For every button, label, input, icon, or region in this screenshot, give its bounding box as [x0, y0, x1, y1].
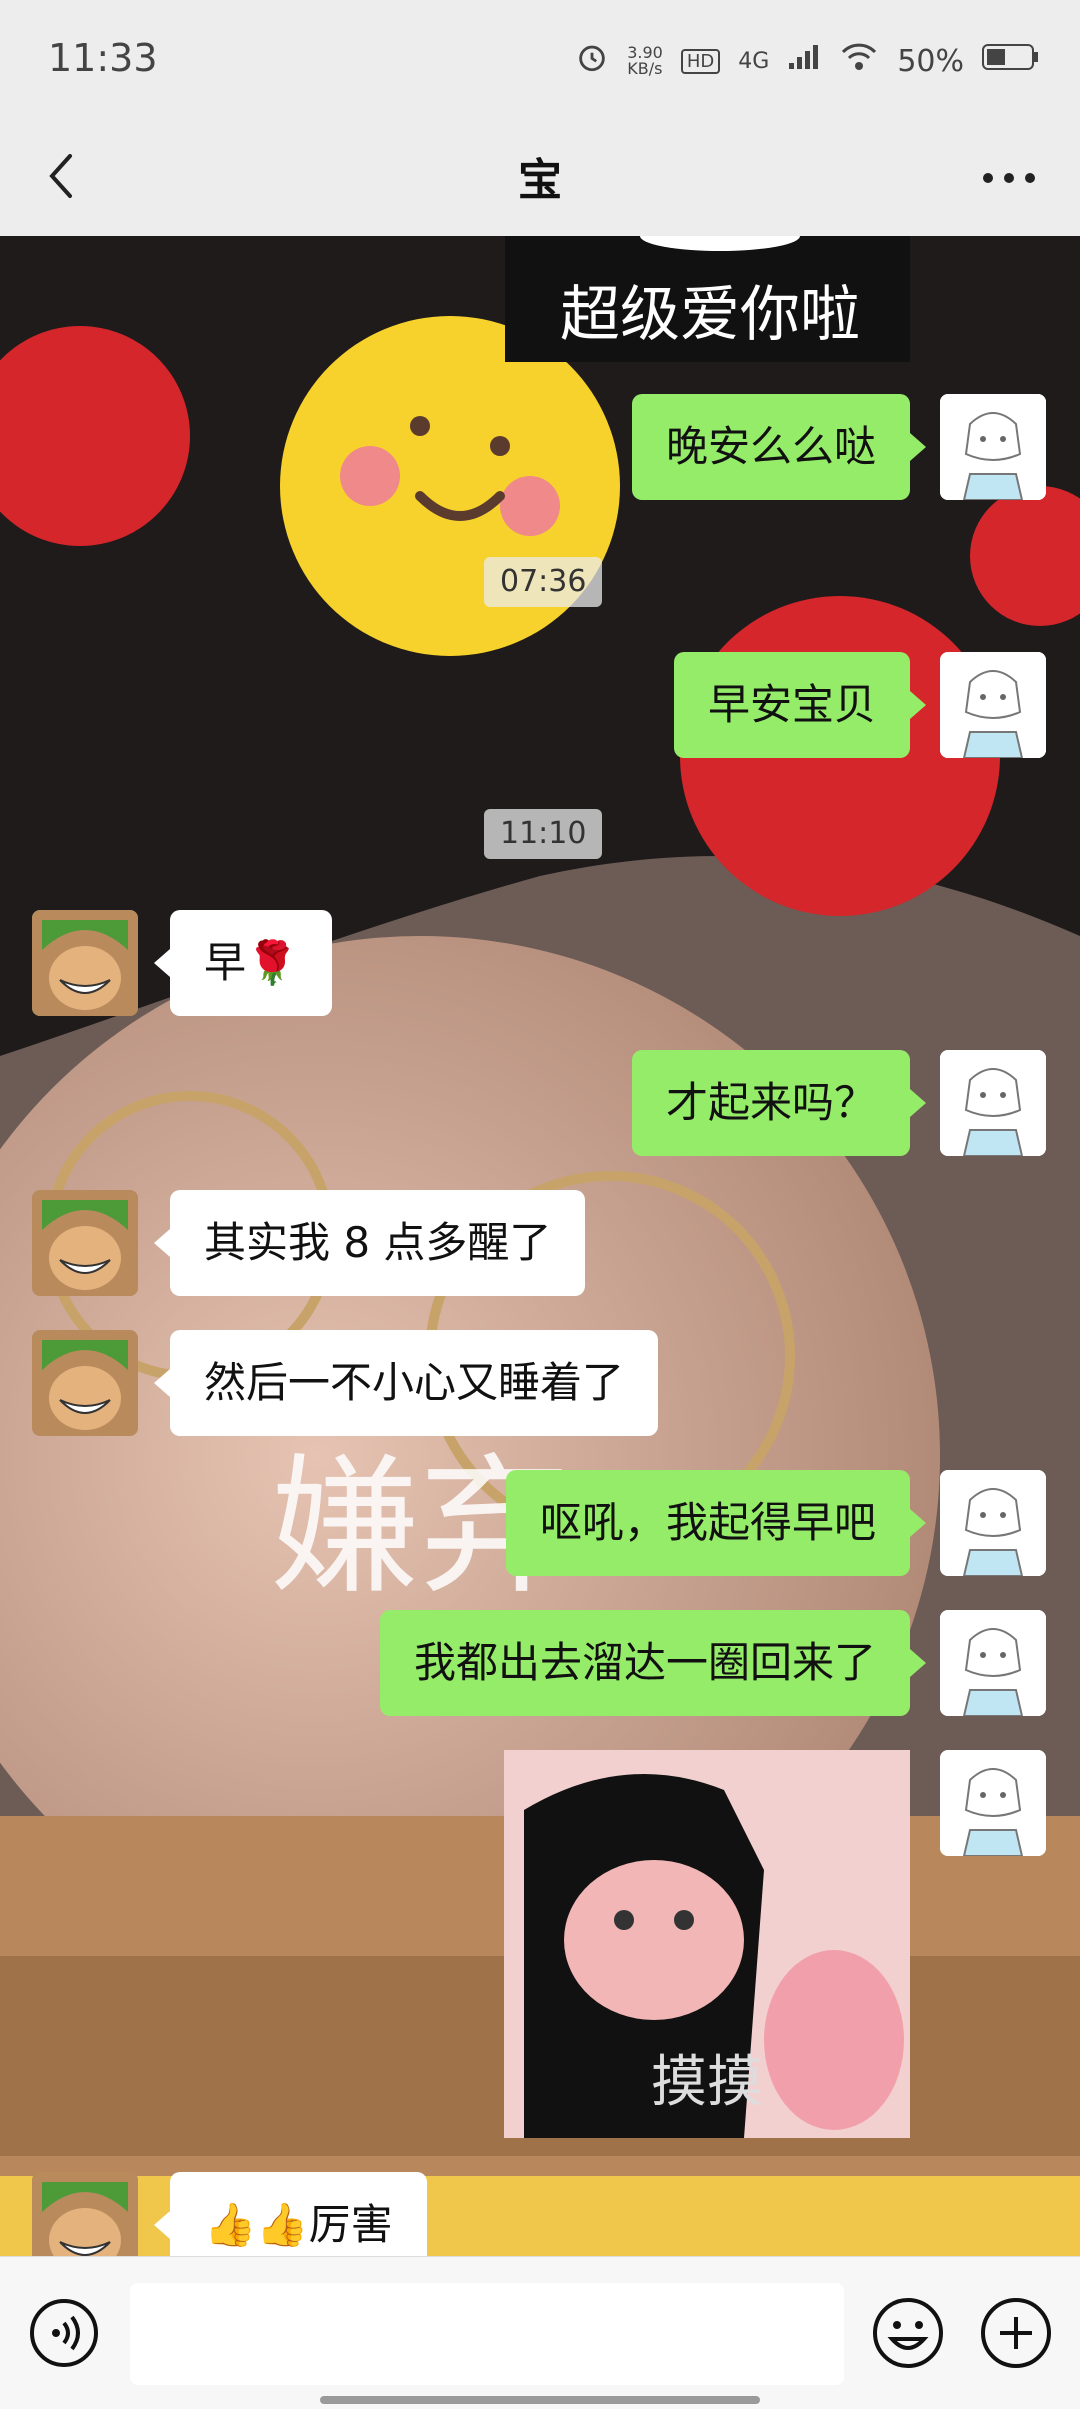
- message-row: 早🌹: [0, 910, 1080, 1016]
- my-avatar[interactable]: [940, 1470, 1046, 1576]
- my-avatar[interactable]: [940, 652, 1046, 758]
- message-row: 摸摸: [0, 1750, 1080, 2138]
- message-bubble[interactable]: 早🌹: [170, 910, 333, 1016]
- network-type: 4G: [738, 48, 770, 74]
- alarm-icon: [575, 40, 609, 82]
- sticker-text: 摸摸: [651, 2050, 763, 2115]
- message-row: 我都出去溜达一圈回来了: [0, 1610, 1080, 1716]
- emoji-icon[interactable]: [870, 2295, 946, 2371]
- message-row: 👍👍厉害: [0, 2172, 1080, 2256]
- more-icon[interactable]: [974, 148, 1044, 208]
- net-speed-unit: KB/s: [627, 59, 663, 78]
- message-row: 晚安么么哒: [0, 394, 1080, 500]
- bubble-tail: [154, 1229, 170, 1257]
- network-speed: 3.90 KB/s: [627, 45, 663, 77]
- status-bar: 11:33 3.90 KB/s HD 4G 50%: [0, 0, 1080, 120]
- contact-avatar[interactable]: [32, 910, 138, 1016]
- message-row: 才起来吗？: [0, 1050, 1080, 1156]
- message-input[interactable]: [130, 2283, 844, 2385]
- signal-icon: [787, 43, 821, 79]
- my-avatar[interactable]: [940, 1050, 1046, 1156]
- message-bubble[interactable]: 然后一不小心又睡着了: [170, 1330, 659, 1436]
- message-bubble[interactable]: 晚安么么哒: [631, 394, 910, 500]
- top-sticker-text: 超级爱你啦: [560, 280, 860, 350]
- message-bubble[interactable]: 👍👍厉害: [170, 2172, 427, 2256]
- chat-area[interactable]: 嫌弃 超级爱你啦 晚安么么哒 07:36 早安宝贝 11:10 早🌹 才起来吗？: [0, 236, 1080, 2256]
- bubble-tail: [910, 1649, 926, 1677]
- my-avatar[interactable]: [940, 394, 1046, 500]
- message-bubble[interactable]: 我都出去溜达一圈回来了: [379, 1610, 910, 1716]
- input-bar: [0, 2256, 1080, 2409]
- message-bubble[interactable]: 其实我 8 点多醒了: [170, 1190, 586, 1296]
- message-bubble[interactable]: 早安宝贝: [673, 652, 910, 758]
- bubble-tail: [910, 433, 926, 461]
- message-row: 其实我 8 点多醒了: [0, 1190, 1080, 1296]
- contact-avatar[interactable]: [32, 2172, 138, 2256]
- my-avatar[interactable]: [940, 1610, 1046, 1716]
- contact-avatar[interactable]: [32, 1190, 138, 1296]
- message-row: 早安宝贝: [0, 652, 1080, 758]
- status-icons: 3.90 KB/s HD 4G 50%: [575, 40, 1040, 82]
- battery-icon: [982, 43, 1040, 79]
- bubble-tail: [910, 1509, 926, 1537]
- message-bubble[interactable]: 呕吼，我起得早吧: [505, 1470, 910, 1576]
- chat-header: 宝: [0, 120, 1080, 236]
- message-row: 然后一不小心又睡着了: [0, 1330, 1080, 1436]
- bubble-tail: [154, 949, 170, 977]
- wifi-icon: [839, 42, 879, 80]
- bubble-tail: [910, 1089, 926, 1117]
- voice-icon[interactable]: [28, 2297, 100, 2369]
- bubble-tail: [154, 2211, 170, 2239]
- status-time: 11:33: [48, 36, 158, 80]
- message-bubble[interactable]: 才起来吗？: [631, 1050, 910, 1156]
- plus-icon[interactable]: [978, 2295, 1054, 2371]
- contact-avatar[interactable]: [32, 1330, 138, 1436]
- sticker-message[interactable]: 摸摸: [504, 1750, 910, 2138]
- battery-percent: 50%: [897, 43, 964, 79]
- my-avatar[interactable]: [940, 1750, 1046, 1856]
- message-timestamp: 07:36: [484, 557, 603, 607]
- hd-badge: HD: [680, 48, 721, 74]
- message-timestamp: 11:10: [484, 809, 603, 859]
- chat-title: 宝: [518, 155, 562, 206]
- message-row: 呕吼，我起得早吧: [0, 1470, 1080, 1576]
- bubble-tail: [154, 1369, 170, 1397]
- bubble-tail: [910, 691, 926, 719]
- home-indicator[interactable]: [320, 2396, 760, 2404]
